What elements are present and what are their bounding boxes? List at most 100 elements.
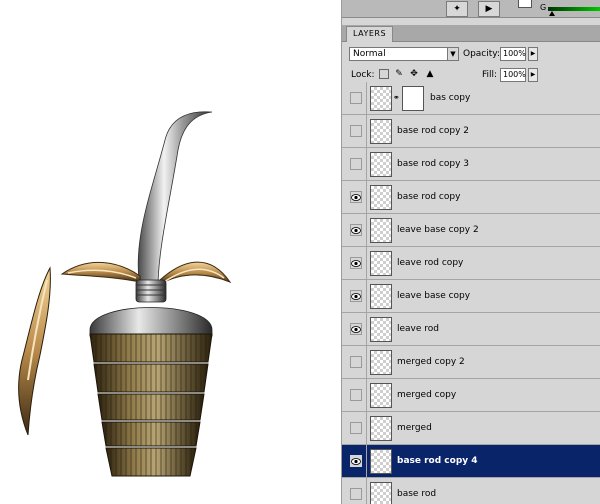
layer-name[interactable]: leave rod xyxy=(397,324,439,334)
layer-thumbnail[interactable] xyxy=(370,482,392,504)
row-separator xyxy=(366,346,367,379)
layer-row[interactable]: leave rod xyxy=(342,313,600,346)
layer-thumbnail[interactable] xyxy=(370,251,392,276)
tab-layers[interactable]: LAYERS xyxy=(346,26,394,42)
layer-name[interactable]: merged xyxy=(397,423,432,433)
layer-name[interactable]: leave base copy xyxy=(397,291,470,301)
visibility-toggle[interactable] xyxy=(350,323,362,335)
opacity-label: Opacity: xyxy=(463,49,500,59)
layer-thumbnail[interactable] xyxy=(370,152,392,177)
layer-row[interactable]: merged copy 2 xyxy=(342,346,600,379)
layer-thumbnail[interactable] xyxy=(370,416,392,441)
row-separator xyxy=(366,181,367,214)
row-separator xyxy=(366,115,367,148)
visibility-toggle[interactable] xyxy=(350,92,362,104)
eye-icon xyxy=(351,226,361,234)
lock-image-brush-icon[interactable]: ✎ xyxy=(394,69,404,79)
green-channel-slider[interactable] xyxy=(548,7,600,11)
visibility-toggle[interactable] xyxy=(350,356,362,368)
chevron-down-icon[interactable]: ▼ xyxy=(447,48,458,60)
opacity-arrow-icon[interactable]: ▶ xyxy=(528,47,538,61)
visibility-toggle[interactable] xyxy=(350,389,362,401)
visibility-toggle[interactable] xyxy=(350,125,362,137)
row-separator xyxy=(366,412,367,445)
row-separator xyxy=(366,313,367,346)
layer-mask-thumbnail[interactable] xyxy=(402,86,424,111)
layer-row[interactable]: merged copy xyxy=(342,379,600,412)
lock-label: Lock: xyxy=(351,70,375,80)
visibility-toggle[interactable] xyxy=(350,422,362,434)
opacity-input[interactable]: 100% xyxy=(500,47,526,61)
layer-row[interactable]: merged xyxy=(342,412,600,445)
lock-transparency-icon[interactable] xyxy=(379,69,389,79)
lock-position-move-icon[interactable]: ✥ xyxy=(409,69,419,79)
row-separator xyxy=(366,280,367,313)
layers-list: ⚭ bas copy base rod copy 2 base rod copy 3 b… xyxy=(342,82,600,504)
visibility-toggle[interactable] xyxy=(350,158,362,170)
visibility-toggle[interactable] xyxy=(350,191,362,203)
visibility-toggle[interactable] xyxy=(350,257,362,269)
document-canvas[interactable] xyxy=(0,0,341,504)
mask-link-chain-icon[interactable]: ⚭ xyxy=(393,93,400,102)
color-swatch[interactable] xyxy=(518,0,532,8)
brush-preset-icon[interactable]: ✦ xyxy=(446,1,468,17)
panel-tab-bar: LAYERS xyxy=(342,25,600,42)
layer-name[interactable]: leave rod copy xyxy=(397,258,463,268)
lock-all-icon[interactable]: ▲ xyxy=(425,69,435,79)
visibility-toggle[interactable] xyxy=(350,290,362,302)
layer-name[interactable]: base rod copy xyxy=(397,192,460,202)
layer-name[interactable]: leave base copy 2 xyxy=(397,225,479,235)
layer-thumbnail[interactable] xyxy=(370,383,392,408)
layer-thumbnail[interactable] xyxy=(370,119,392,144)
layer-name[interactable]: base rod copy 2 xyxy=(397,126,469,136)
fill-input[interactable]: 100% xyxy=(500,68,526,82)
visibility-toggle[interactable] xyxy=(350,224,362,236)
layer-row[interactable]: leave base copy 2 xyxy=(342,214,600,247)
layer-thumbnail[interactable] xyxy=(370,317,392,342)
blend-mode-select[interactable]: Normal ▼ xyxy=(349,47,459,61)
layer-name[interactable]: base rod xyxy=(397,489,436,499)
layer-row[interactable]: base rod copy 3 xyxy=(342,148,600,181)
green-channel-label: G xyxy=(540,3,547,12)
layer-row[interactable]: leave base copy xyxy=(342,280,600,313)
layer-row[interactable]: base rod xyxy=(342,478,600,504)
layer-name[interactable]: merged copy xyxy=(397,390,456,400)
layer-thumbnail[interactable] xyxy=(370,86,392,111)
layer-thumbnail[interactable] xyxy=(370,218,392,243)
layer-row[interactable]: base rod copy xyxy=(342,181,600,214)
row-separator xyxy=(366,214,367,247)
layer-row[interactable]: leave rod copy xyxy=(342,247,600,280)
row-separator xyxy=(366,82,367,115)
layer-thumbnail[interactable] xyxy=(370,185,392,210)
layer-name[interactable]: base rod copy 4 xyxy=(397,456,478,466)
top-toolbar-strip: ✦ ▶ G xyxy=(342,0,600,18)
row-separator xyxy=(366,379,367,412)
eye-icon xyxy=(351,292,361,300)
play-action-icon[interactable]: ▶ xyxy=(478,1,500,17)
layer-name[interactable]: bas copy xyxy=(430,93,470,103)
row-separator xyxy=(366,445,367,478)
layer-row[interactable]: base rod copy 2 xyxy=(342,115,600,148)
layer-thumbnail[interactable] xyxy=(370,350,392,375)
eye-icon xyxy=(351,325,361,333)
layer-row[interactable]: base rod copy 4 xyxy=(342,445,600,478)
layers-panel: ✦ ▶ G LAYERS Normal ▼ Opacity: 100% ▶ Lo… xyxy=(341,0,600,504)
visibility-toggle[interactable] xyxy=(350,455,362,467)
row-separator xyxy=(366,148,367,181)
artwork-plant-illustration xyxy=(18,111,232,477)
green-slider-handle[interactable] xyxy=(549,11,555,16)
layer-thumbnail[interactable] xyxy=(370,449,392,474)
visibility-toggle[interactable] xyxy=(350,488,362,500)
blend-mode-value: Normal xyxy=(353,49,386,59)
layer-thumbnail[interactable] xyxy=(370,284,392,309)
fill-label: Fill: xyxy=(482,70,498,80)
layer-row[interactable]: ⚭ bas copy xyxy=(342,82,600,115)
row-separator xyxy=(366,247,367,280)
fill-arrow-icon[interactable]: ▶ xyxy=(528,68,538,82)
layer-name[interactable]: merged copy 2 xyxy=(397,357,465,367)
layer-name[interactable]: base rod copy 3 xyxy=(397,159,469,169)
eye-icon xyxy=(351,457,361,465)
row-separator xyxy=(366,478,367,504)
eye-icon xyxy=(351,259,361,267)
eye-icon xyxy=(351,193,361,201)
